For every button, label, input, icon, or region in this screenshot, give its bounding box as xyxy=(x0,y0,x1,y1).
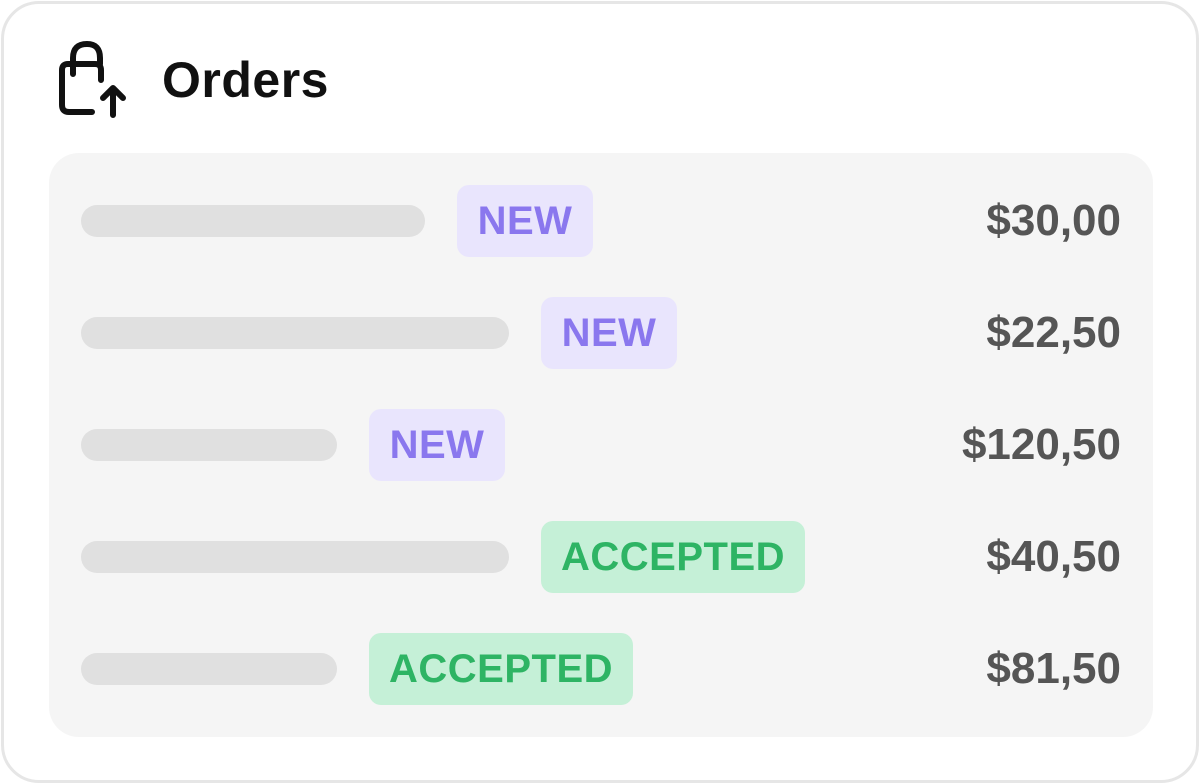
status-badge: NEW xyxy=(457,185,593,257)
status-badge: ACCEPTED xyxy=(369,633,633,705)
status-badge: NEW xyxy=(541,297,677,369)
order-price: $120,50 xyxy=(961,420,1121,469)
order-price: $30,00 xyxy=(986,196,1121,245)
card-header: Orders xyxy=(54,40,329,120)
order-name-placeholder xyxy=(81,429,337,461)
order-price: $22,50 xyxy=(986,308,1121,357)
page-title: Orders xyxy=(162,52,329,108)
order-row[interactable]: NEW $22,50 xyxy=(81,297,1121,369)
order-price: $81,50 xyxy=(986,644,1121,693)
order-name-placeholder xyxy=(81,205,425,237)
order-name-placeholder xyxy=(81,317,509,349)
status-badge: ACCEPTED xyxy=(541,521,805,593)
order-row[interactable]: NEW $30,00 xyxy=(81,185,1121,257)
orders-list: NEW $30,00 NEW $22,50 NEW $120,50 ACCEPT… xyxy=(49,153,1153,737)
order-name-placeholder xyxy=(81,541,509,573)
order-row[interactable]: NEW $120,50 xyxy=(81,409,1121,481)
order-price: $40,50 xyxy=(986,532,1121,581)
order-row[interactable]: ACCEPTED $40,50 xyxy=(81,521,1121,593)
status-badge: NEW xyxy=(369,409,505,481)
shopping-bag-upload-icon xyxy=(59,41,126,118)
orders-card: Orders NEW $30,00 NEW $22,50 NEW $120,50… xyxy=(1,1,1199,783)
order-name-placeholder xyxy=(81,653,337,685)
order-row[interactable]: ACCEPTED $81,50 xyxy=(81,633,1121,705)
